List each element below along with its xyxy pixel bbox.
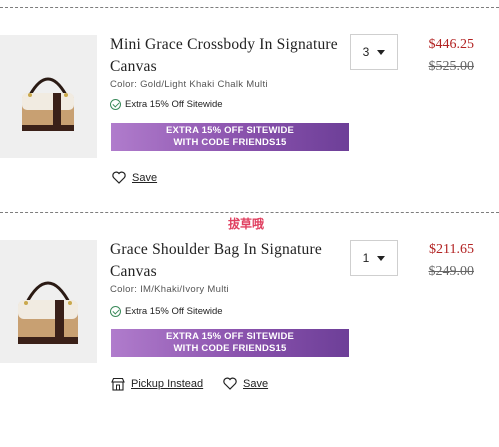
save-label: Save	[243, 377, 269, 390]
quantity-select[interactable]: 1	[350, 240, 398, 276]
chevron-down-icon	[377, 255, 386, 261]
heart-icon	[112, 171, 126, 184]
promo-banner: EXTRA 15% OFF SITEWIDE WITH CODE FRIENDS…	[111, 329, 349, 357]
promo-banner-line1: EXTRA 15% OFF SITEWIDE	[165, 125, 295, 136]
product-color: Color: IM/Khaki/Ivory Multi	[110, 284, 229, 295]
check-circle-icon	[110, 99, 121, 110]
store-icon	[111, 377, 125, 391]
save-label: Save	[132, 171, 158, 184]
product-image[interactable]	[0, 35, 97, 158]
watermark: 拔草哦	[228, 217, 265, 231]
quantity-select[interactable]: 3	[350, 34, 398, 70]
promo-banner-line2: WITH CODE FRIENDS15	[173, 343, 287, 354]
quantity-value: 3	[362, 45, 370, 59]
pickup-instead-button[interactable]: Pickup Instead	[111, 377, 203, 391]
chevron-down-icon	[377, 49, 386, 55]
promo-banner-line2: WITH CODE FRIENDS15	[173, 137, 287, 148]
heart-icon	[223, 377, 237, 390]
promo-banner-line1: EXTRA 15% OFF SITEWIDE	[165, 331, 295, 342]
sale-price: $211.65	[429, 242, 474, 257]
original-price: $525.00	[428, 59, 475, 74]
product-color: Color: Gold/Light Khaki Chalk Multi	[110, 79, 268, 90]
pickup-label: Pickup Instead	[131, 378, 204, 390]
save-button[interactable]: Save	[112, 171, 157, 184]
product-name[interactable]: Grace Shoulder Bag In Signature Canvas	[110, 239, 340, 283]
save-button[interactable]: Save	[223, 377, 268, 390]
top-divider	[0, 7, 499, 8]
promo-note-text: Extra 15% Off Sitewide	[125, 99, 223, 110]
promo-note-text: Extra 15% Off Sitewide	[125, 306, 223, 317]
quantity-value: 1	[362, 251, 370, 265]
promo-note: Extra 15% Off Sitewide	[110, 99, 223, 110]
check-circle-icon	[110, 306, 121, 317]
item-divider	[0, 212, 499, 213]
promo-note: Extra 15% Off Sitewide	[110, 306, 223, 317]
product-name[interactable]: Mini Grace Crossbody In Signature Canvas	[110, 34, 340, 78]
promo-banner: EXTRA 15% OFF SITEWIDE WITH CODE FRIENDS…	[111, 123, 349, 151]
product-image[interactable]	[0, 240, 97, 363]
original-price: $249.00	[428, 264, 475, 279]
sale-price: $446.25	[428, 37, 475, 52]
